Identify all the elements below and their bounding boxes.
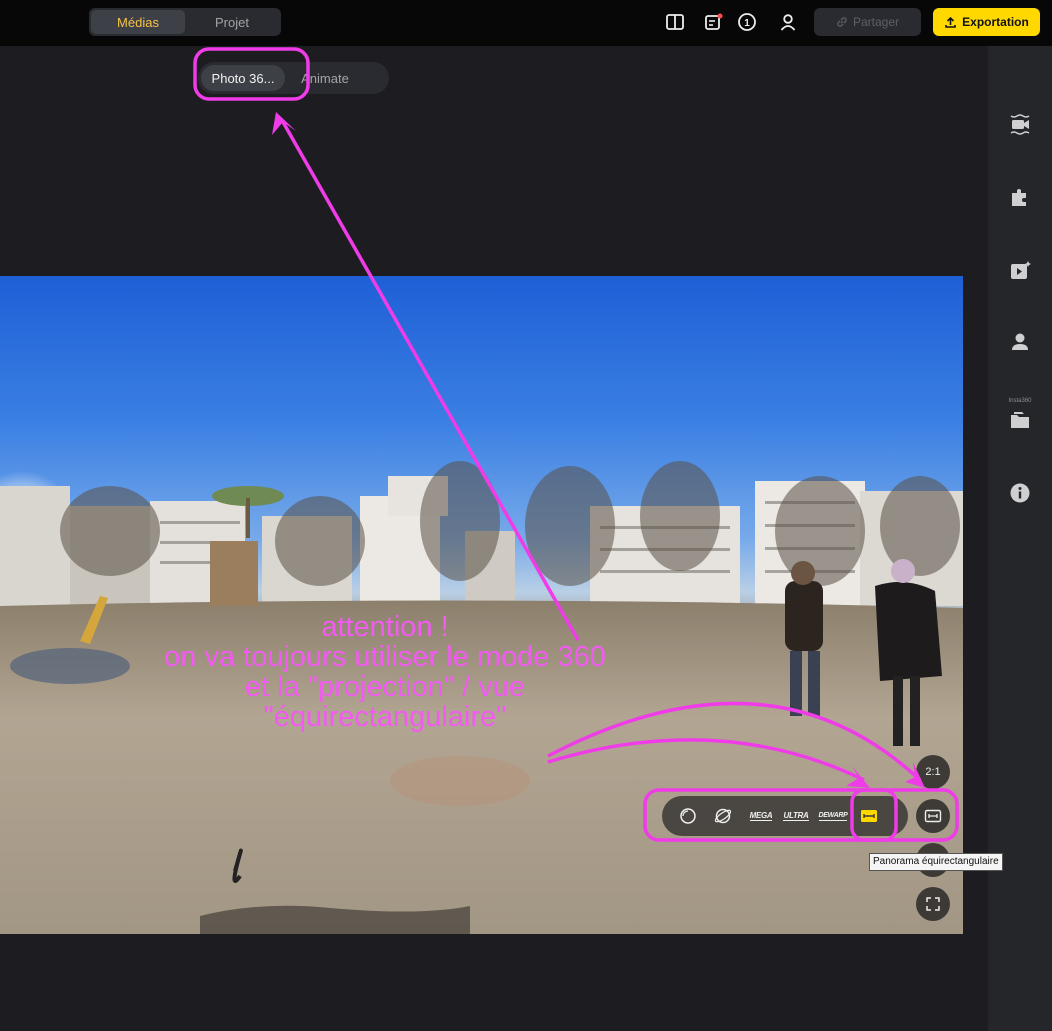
share-label: Partager bbox=[852, 15, 900, 29]
fisheye-circle-icon bbox=[680, 808, 696, 824]
annotation-line-4: "équirectangulaire" bbox=[263, 701, 507, 733]
annotation-line-2: on va toujours utiliser le mode 360 bbox=[164, 641, 606, 673]
annotation-line-3: et la "projection" / vue bbox=[244, 671, 526, 703]
export-button[interactable]: Exportation bbox=[933, 8, 1040, 36]
plugin-puzzle-icon[interactable] bbox=[1008, 185, 1032, 209]
ai-video-icon[interactable] bbox=[1008, 259, 1032, 283]
mode-tabs: Photo 36... Animate bbox=[198, 62, 389, 94]
book-icon[interactable] bbox=[665, 12, 685, 32]
projection-tiny-planet-button[interactable] bbox=[709, 804, 737, 828]
info-icon[interactable] bbox=[1008, 481, 1032, 505]
account-icon[interactable] bbox=[778, 12, 798, 32]
tab-photo-360[interactable]: Photo 36... bbox=[201, 65, 285, 91]
svg-text:1: 1 bbox=[744, 18, 750, 29]
equirectangular-icon bbox=[861, 810, 877, 822]
projection-tooltip: Panorama équirectangulaire bbox=[869, 853, 1003, 871]
export-label: Exportation bbox=[962, 15, 1029, 29]
folder-icon[interactable] bbox=[1008, 408, 1032, 432]
fullscreen-button[interactable] bbox=[916, 887, 950, 921]
projection-ultra-label: ULTRA bbox=[783, 811, 809, 821]
media-project-switch: Médias Projet bbox=[89, 8, 281, 36]
projection-dewarp-label: DEWARP bbox=[818, 812, 848, 821]
app-window: Médias Projet 1 Partager Exportation Pho… bbox=[0, 0, 1052, 1031]
equirectangular-frame-icon bbox=[924, 809, 942, 823]
right-sidebar: Insta360 bbox=[988, 46, 1052, 1031]
aspect-ratio-button[interactable]: 2:1 bbox=[916, 755, 950, 789]
video-stabilize-icon[interactable] bbox=[1008, 112, 1032, 136]
annotation-text: attention ! on va toujours utiliser le m… bbox=[90, 612, 680, 732]
projection-mega-button[interactable]: MEGA bbox=[747, 804, 775, 828]
tab-medias[interactable]: Médias bbox=[91, 10, 185, 34]
insta360-label: Insta360 bbox=[1008, 398, 1032, 404]
notes-icon[interactable] bbox=[704, 12, 724, 32]
tab-animate[interactable]: Animate bbox=[285, 65, 365, 91]
annotation-line-1: attention ! bbox=[321, 611, 449, 643]
top-bar: Médias Projet 1 Partager Exportation bbox=[0, 0, 1052, 46]
projection-ultra-button[interactable]: ULTRA bbox=[782, 804, 810, 828]
projection-dewarp-button[interactable]: DEWARP bbox=[818, 804, 848, 828]
projection-equirectangular-button[interactable] bbox=[855, 804, 883, 828]
tab-projet[interactable]: Projet bbox=[185, 10, 279, 34]
fullscreen-icon bbox=[926, 897, 940, 911]
projection-toolbar: MEGA ULTRA DEWARP bbox=[662, 796, 908, 836]
upload-icon bbox=[945, 16, 956, 28]
link-icon bbox=[837, 17, 847, 27]
projection-mega-label: MEGA bbox=[749, 811, 773, 821]
insta360-user-icon[interactable] bbox=[1008, 330, 1032, 354]
equirectangular-view-button[interactable] bbox=[916, 799, 950, 833]
aspect-ratio-label: 2:1 bbox=[925, 766, 941, 778]
tiny-planet-icon bbox=[714, 808, 732, 824]
speed-badge-icon[interactable]: 1 bbox=[737, 12, 757, 32]
share-button[interactable]: Partager bbox=[814, 8, 921, 36]
projection-fisheye-button[interactable] bbox=[674, 804, 702, 828]
